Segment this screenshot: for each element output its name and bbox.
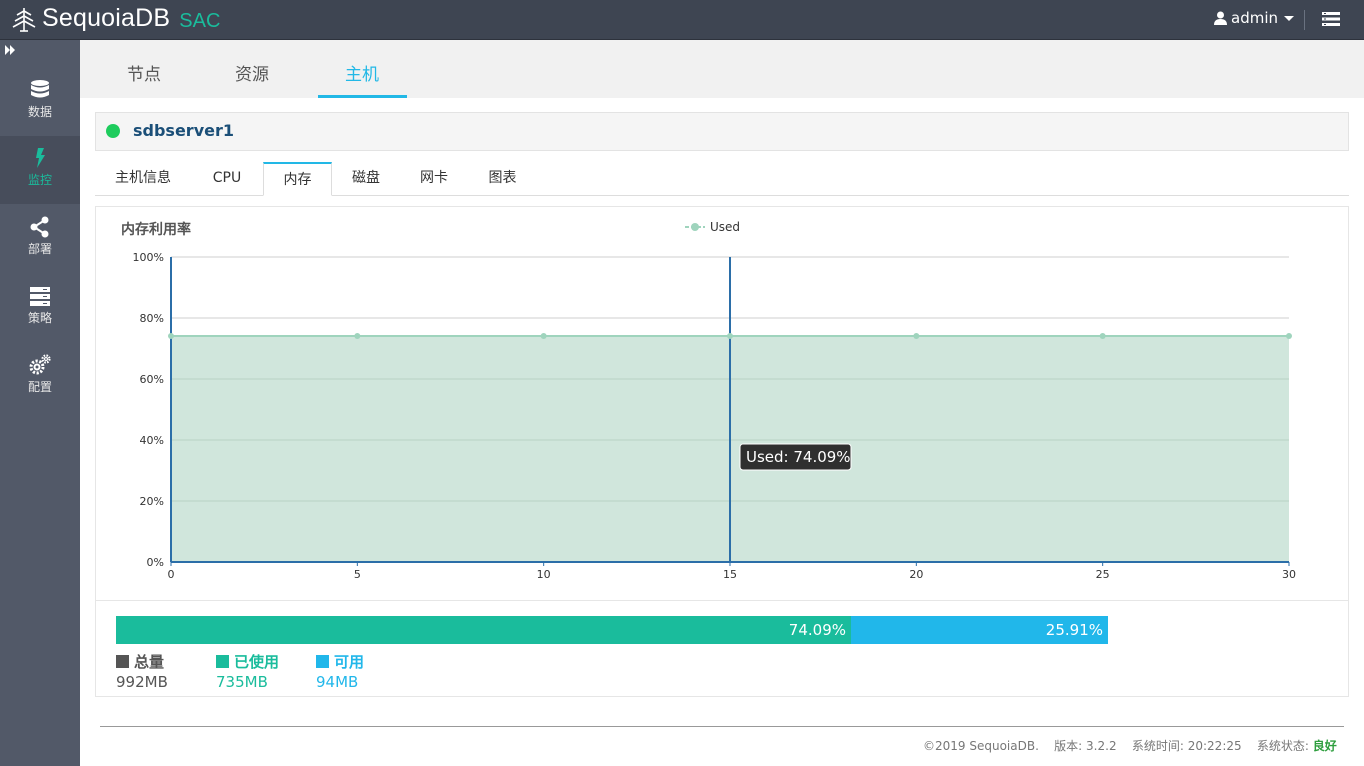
- y-tick-label: 100%: [133, 251, 164, 264]
- tab-nodes[interactable]: 节点: [127, 60, 161, 85]
- sidebar-item-deploy[interactable]: 部署: [0, 205, 80, 273]
- host-subtabs: 主机信息 CPU 内存 磁盘 网卡 图表: [95, 162, 1349, 196]
- host-status-indicator: [106, 124, 120, 138]
- footer-version: 3.2.2: [1086, 739, 1117, 753]
- stat-free: 可用 94MB: [316, 651, 364, 691]
- caret-down-icon: [1284, 15, 1294, 21]
- tab-host[interactable]: 主机: [345, 60, 379, 85]
- footer-divider: [100, 726, 1344, 727]
- used-color-swatch: [216, 655, 229, 668]
- footer-version-label: 版本:: [1054, 739, 1083, 753]
- footer-time-label: 系统时间:: [1131, 739, 1184, 753]
- top-bar: SequoiaDB SAC admin: [0, 0, 1364, 40]
- sidebar-item-strategy[interactable]: 策略: [0, 274, 80, 342]
- total-color-swatch: [116, 655, 129, 668]
- y-tick-label: 20%: [140, 495, 164, 508]
- data-point: [1099, 333, 1106, 340]
- y-tick-label: 60%: [140, 373, 164, 386]
- y-tick-label: 40%: [140, 434, 164, 447]
- footer-copyright: ©2019 SequoiaDB.: [923, 739, 1039, 753]
- main-nav-tabs: 节点 资源 主机: [80, 40, 1364, 98]
- user-name: admin: [1231, 9, 1278, 27]
- user-menu[interactable]: admin: [1214, 9, 1294, 27]
- tree-logo-icon: [12, 7, 36, 32]
- stat-free-label: 可用: [334, 653, 365, 671]
- data-point: [727, 333, 733, 340]
- host-header: sdbserver1: [95, 112, 1349, 151]
- sidebar-item-label: 部署: [27, 242, 52, 256]
- sidebar-item-label: 配置: [27, 380, 52, 394]
- y-tick-label: 0%: [147, 556, 164, 569]
- sidebar: 数据 监控 部署 策略 配置: [0, 40, 80, 766]
- subtab-host-info[interactable]: 主机信息: [95, 162, 191, 195]
- app-logo[interactable]: SequoiaDB SAC: [10, 4, 220, 33]
- sidebar-item-label: 策略: [27, 311, 52, 325]
- subtab-cpu[interactable]: CPU: [191, 162, 263, 195]
- menu-icon[interactable]: [1322, 11, 1340, 27]
- free-color-swatch: [316, 655, 329, 668]
- bolt-icon: [36, 148, 45, 168]
- stat-used-label: 已使用: [234, 653, 280, 671]
- footer: ©2019 SequoiaDB. 版本: 3.2.2 系统时间: 20:22:2…: [923, 737, 1337, 754]
- gears-icon: [29, 354, 51, 375]
- x-tick-label: 5: [354, 568, 361, 581]
- panel-divider: [96, 600, 1348, 601]
- main-content: sdbserver1 主机信息 CPU 内存 磁盘 网卡 图表 内存利用率 Us…: [80, 98, 1364, 766]
- tab-resources[interactable]: 资源: [235, 60, 269, 85]
- subtab-charts[interactable]: 图表: [468, 162, 537, 195]
- data-point: [1286, 333, 1292, 340]
- database-icon: [31, 80, 49, 98]
- expand-sidebar-icon[interactable]: [4, 44, 16, 58]
- footer-time: 20:22:25: [1187, 739, 1242, 753]
- share-icon: [30, 216, 49, 238]
- subtab-memory[interactable]: 内存: [263, 162, 332, 196]
- app-subname: SAC: [179, 9, 221, 32]
- x-tick-label: 15: [723, 568, 737, 581]
- used-percent-label: 74.09%: [788, 621, 846, 639]
- stat-used: 已使用 735MB: [216, 651, 279, 691]
- tooltip-text: Used: 74.09%: [746, 448, 851, 466]
- stat-total-value: 992MB: [116, 673, 168, 691]
- sidebar-item-data[interactable]: 数据: [0, 68, 80, 136]
- footer-status-label: 系统状态:: [1256, 739, 1309, 753]
- divider: [1304, 10, 1305, 30]
- data-point: [354, 333, 361, 340]
- user-icon: [1214, 11, 1227, 25]
- host-name: sdbserver1: [133, 121, 234, 140]
- subtab-nic[interactable]: 网卡: [400, 162, 468, 195]
- footer-status: 良好: [1312, 739, 1337, 753]
- app-name: SequoiaDB: [42, 4, 171, 32]
- x-tick-label: 30: [1282, 568, 1296, 581]
- x-tick-label: 0: [168, 568, 175, 581]
- data-point: [540, 333, 547, 340]
- subtab-disk[interactable]: 磁盘: [332, 162, 400, 195]
- sidebar-item-config[interactable]: 配置: [0, 343, 80, 411]
- sidebar-item-monitor[interactable]: 监控: [0, 136, 80, 204]
- stat-total: 总量 992MB: [116, 651, 168, 691]
- memory-used-bar: 74.09%: [116, 616, 851, 644]
- memory-usage-chart[interactable]: 0% 20% 40% 60% 80% 100% 0 5 10 15 20 25 30 Used: 74.0…: [96, 207, 1348, 599]
- sidebar-item-label: 数据: [27, 105, 52, 119]
- memory-free-bar: 25.91%: [851, 616, 1108, 644]
- x-tick-label: 25: [1096, 568, 1110, 581]
- stat-used-value: 735MB: [216, 673, 268, 691]
- stat-total-label: 总量: [134, 653, 165, 671]
- memory-panel: 内存利用率 Used 0% 20% 40% 60% 80% 100% 0 5 10 15 20 25 3…: [95, 206, 1349, 697]
- stat-free-value: 94MB: [316, 673, 359, 691]
- data-point: [913, 333, 920, 340]
- x-tick-label: 10: [537, 568, 551, 581]
- x-tick-label: 20: [909, 568, 923, 581]
- data-point: [168, 333, 174, 340]
- server-icon: [30, 287, 50, 306]
- y-tick-label: 80%: [140, 312, 164, 325]
- free-percent-label: 25.91%: [1045, 621, 1103, 639]
- sidebar-item-label: 监控: [27, 173, 52, 187]
